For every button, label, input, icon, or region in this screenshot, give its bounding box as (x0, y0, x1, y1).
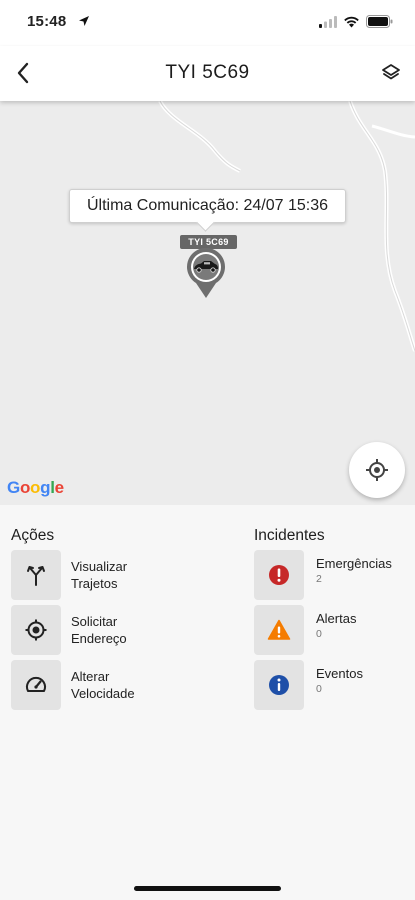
layers-icon[interactable] (381, 61, 401, 85)
map-view[interactable]: Última Comunicação: 24/07 15:36 TYI 5C69… (0, 101, 415, 505)
bottom-panel: Ações Incidentes Visualizar Trajetos Sol… (0, 505, 415, 900)
warning-icon (267, 619, 291, 640)
last-communication-tooltip: Última Comunicação: 24/07 15:36 (69, 189, 346, 223)
battery-icon (366, 15, 393, 28)
action-request-address[interactable]: Solicitar Endereço (11, 605, 161, 655)
actions-title: Ações (11, 527, 55, 544)
app-header: TYI 5C69 (0, 46, 415, 101)
incidents-title: Incidentes (254, 527, 325, 544)
incident-alerts[interactable]: Alertas 0 (254, 605, 409, 655)
action-label: Solicitar Endereço (71, 614, 127, 646)
action-icon-box (11, 660, 61, 710)
status-indicators (319, 15, 393, 28)
action-icon-box (11, 605, 61, 655)
incident-emergencies[interactable]: Emergências 2 (254, 550, 409, 600)
incident-icon-box (254, 660, 304, 710)
incident-icon-box (254, 605, 304, 655)
action-icon-box (11, 550, 61, 600)
route-split-icon (27, 566, 45, 586)
page-title: TYI 5C69 (165, 62, 250, 83)
incident-count: 2 (316, 573, 322, 585)
target-icon (25, 619, 47, 641)
action-view-routes[interactable]: Visualizar Trajetos (11, 550, 161, 600)
location-arrow-icon (79, 16, 89, 26)
incident-label: Eventos (316, 666, 363, 681)
status-bar: 15:48 (0, 0, 415, 46)
speedometer-icon (26, 676, 46, 692)
wifi-icon (344, 16, 359, 27)
home-indicator[interactable] (134, 886, 281, 891)
emergency-icon (269, 565, 289, 585)
vehicle-marker-icon[interactable] (185, 247, 227, 299)
signal-icon (319, 15, 337, 28)
incident-count: 0 (316, 683, 322, 695)
action-label: Alterar Velocidade (71, 669, 135, 701)
google-logo: Google (7, 478, 64, 497)
status-time: 15:48 (27, 13, 67, 30)
action-change-speed[interactable]: Alterar Velocidade (11, 660, 161, 710)
map-roads (158, 101, 415, 352)
incident-label: Alertas (316, 611, 357, 626)
info-icon (269, 675, 289, 695)
my-location-button[interactable] (349, 442, 405, 498)
incident-icon-box (254, 550, 304, 600)
action-label: Visualizar Trajetos (71, 559, 128, 591)
incident-label: Emergências (316, 556, 392, 571)
incident-count: 0 (316, 628, 322, 640)
incident-events[interactable]: Eventos 0 (254, 660, 409, 710)
crosshair-icon (366, 459, 388, 481)
